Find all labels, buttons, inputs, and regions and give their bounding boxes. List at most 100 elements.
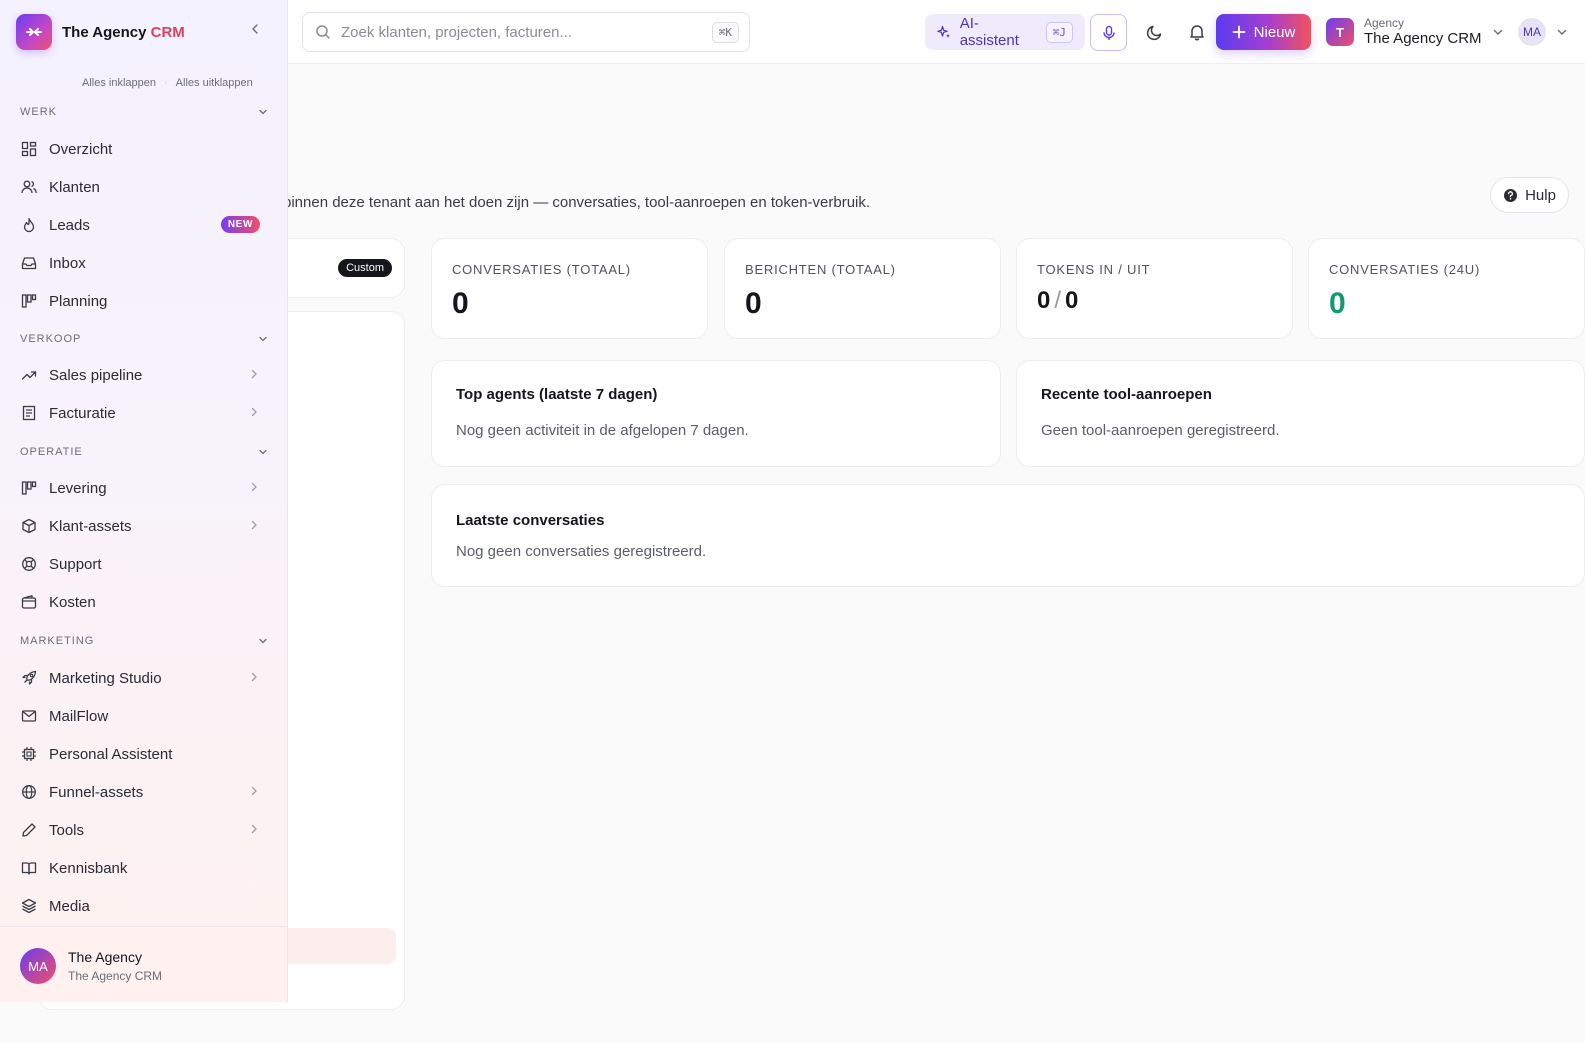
sidebar-item-label: Levering xyxy=(49,479,107,497)
pen-icon xyxy=(20,821,38,839)
ai-assistant-button[interactable]: AI-assistent ⌘J xyxy=(925,14,1085,50)
avatar: MA xyxy=(20,948,56,984)
collapse-sidebar-button[interactable] xyxy=(248,22,262,41)
moon-icon xyxy=(1146,25,1162,41)
sidebar-item-inbox[interactable]: Inbox xyxy=(8,245,280,281)
sidebar-item-planning[interactable]: Planning xyxy=(8,283,280,319)
sidebar-item-leads[interactable]: Leads NEW xyxy=(8,207,280,243)
sparkles-icon xyxy=(937,25,951,38)
sidebar-item-facturatie[interactable]: Facturatie xyxy=(8,395,280,431)
side-panel-selected-item[interactable] xyxy=(270,928,396,964)
separator-dot: · xyxy=(164,77,168,89)
stat-label: CONVERSATIES (TOTAAL) xyxy=(452,262,631,277)
chevron-right-icon xyxy=(251,824,257,834)
sidebar-item-sales-pipeline[interactable]: Sales pipeline xyxy=(8,357,280,393)
sidebar-item-media[interactable]: Media xyxy=(8,888,280,924)
brand-logo xyxy=(16,14,52,50)
sidebar-item-marketing-studio[interactable]: Marketing Studio xyxy=(8,660,280,696)
section-operatie[interactable]: OPERATIE xyxy=(20,446,268,458)
collapse-all-link[interactable]: Alles inklappen xyxy=(82,77,156,89)
help-circle-icon xyxy=(1504,188,1518,202)
stat-tokens: TOKENS IN / UIT 0/0 xyxy=(1016,238,1293,339)
search-icon xyxy=(316,25,330,39)
new-badge: NEW xyxy=(220,216,260,233)
sidebar-item-label: Facturatie xyxy=(49,404,116,422)
sidebar-item-tools[interactable]: Tools xyxy=(8,812,280,848)
flame-icon xyxy=(20,216,38,234)
page-subtitle: binnen deze tenant aan het doen zijn — c… xyxy=(283,194,871,211)
microphone-icon xyxy=(1102,25,1115,40)
panel-empty-text: Geen tool-aanroepen geregistreerd. xyxy=(1041,422,1280,439)
rocket-icon xyxy=(20,669,38,687)
stat-conversations-24h: CONVERSATIES (24U) 0 xyxy=(1308,238,1585,339)
sidebar-item-label: Media xyxy=(49,897,90,915)
section-werk[interactable]: WERK xyxy=(20,106,268,118)
stat-conversations-total: CONVERSATIES (TOTAAL) 0 xyxy=(431,238,708,339)
kanban-icon xyxy=(20,292,38,310)
life-buoy-icon xyxy=(20,555,38,573)
chevron-down-icon xyxy=(259,336,267,342)
mail-icon xyxy=(20,707,38,725)
tokens-out: 0 xyxy=(1065,287,1079,314)
chevron-right-icon xyxy=(251,520,257,530)
sidebar: The Agency CRM Alles inklappen · Alles u… xyxy=(0,0,288,1002)
chevron-down-icon xyxy=(259,109,267,115)
sidebar-item-support[interactable]: Support xyxy=(8,546,280,582)
sidebar-item-funnel-assets[interactable]: Funnel-assets xyxy=(8,774,280,810)
tenant-switcher[interactable]: T Agency The Agency CRM xyxy=(1326,14,1504,50)
sidebar-item-label: Kennisbank xyxy=(49,859,128,877)
sidebar-item-personal-assistent[interactable]: Personal Assistent xyxy=(8,736,280,772)
sidebar-item-label: Kosten xyxy=(49,593,96,611)
custom-badge: Custom xyxy=(338,259,392,277)
theme-toggle-button[interactable] xyxy=(1137,14,1173,50)
sidebar-item-mailflow[interactable]: MailFlow xyxy=(8,698,280,734)
globe-icon xyxy=(20,783,38,801)
chevron-right-icon xyxy=(251,407,257,417)
layers-icon xyxy=(20,897,38,915)
help-button[interactable]: Hulp xyxy=(1490,177,1569,213)
tenant-avatar: T xyxy=(1326,18,1354,46)
section-marketing[interactable]: MARKETING xyxy=(20,635,268,647)
plus-icon xyxy=(1232,25,1246,39)
chevron-left-icon xyxy=(252,24,258,34)
chevron-down-icon xyxy=(1493,29,1502,35)
chevron-down-icon xyxy=(1557,29,1567,35)
sidebar-account[interactable]: MA The Agency The Agency CRM xyxy=(0,926,288,1002)
user-menu[interactable]: MA xyxy=(1518,18,1568,46)
sidebar-item-label: Funnel-assets xyxy=(49,783,144,801)
stat-value: 0 xyxy=(745,287,762,320)
stat-label: CONVERSATIES (24U) xyxy=(1329,262,1481,277)
section-verkoop[interactable]: VERKOOP xyxy=(20,333,268,345)
chevron-right-icon xyxy=(251,369,257,379)
notifications-button[interactable] xyxy=(1179,14,1215,50)
sidebar-item-klanten[interactable]: Klanten xyxy=(8,169,280,205)
avatar: MA xyxy=(1518,18,1546,46)
brand-name: The Agency CRM xyxy=(62,23,185,41)
stat-value: 0/0 xyxy=(1037,287,1079,314)
panel-title: Recente tool-aanroepen xyxy=(1041,386,1212,403)
package-icon xyxy=(20,517,38,535)
search-placeholder: Zoek klanten, projecten, facturen... xyxy=(341,23,572,41)
sidebar-item-kosten[interactable]: Kosten xyxy=(8,584,280,620)
sidebar-item-label: Personal Assistent xyxy=(49,745,173,763)
chevron-down-icon xyxy=(259,449,267,455)
help-label: Hulp xyxy=(1525,186,1556,204)
expand-all-link[interactable]: Alles uitklappen xyxy=(176,77,253,89)
chevron-right-icon xyxy=(251,482,257,492)
new-button-label: Nieuw xyxy=(1253,23,1296,41)
sidebar-item-klant-assets[interactable]: Klant-assets xyxy=(8,508,280,544)
inbox-icon xyxy=(20,254,38,272)
account-name: The Agency xyxy=(68,949,142,965)
global-search-input[interactable]: Zoek klanten, projecten, facturen... ⌘K xyxy=(302,12,750,52)
sidebar-item-overzicht[interactable]: Overzicht xyxy=(8,131,280,167)
section-label: VERKOOP xyxy=(20,333,82,345)
chevron-right-icon xyxy=(251,786,257,796)
sidebar-item-label: Sales pipeline xyxy=(49,366,143,384)
sidebar-item-levering[interactable]: Levering xyxy=(8,470,280,506)
ai-assistant-label: AI-assistent xyxy=(959,15,1019,49)
sidebar-item-kennisbank[interactable]: Kennisbank xyxy=(8,850,280,886)
new-button[interactable]: Nieuw xyxy=(1216,14,1311,50)
brand[interactable]: The Agency CRM xyxy=(16,14,185,50)
arrows-logo-icon xyxy=(26,28,42,36)
voice-input-button[interactable] xyxy=(1090,14,1127,51)
